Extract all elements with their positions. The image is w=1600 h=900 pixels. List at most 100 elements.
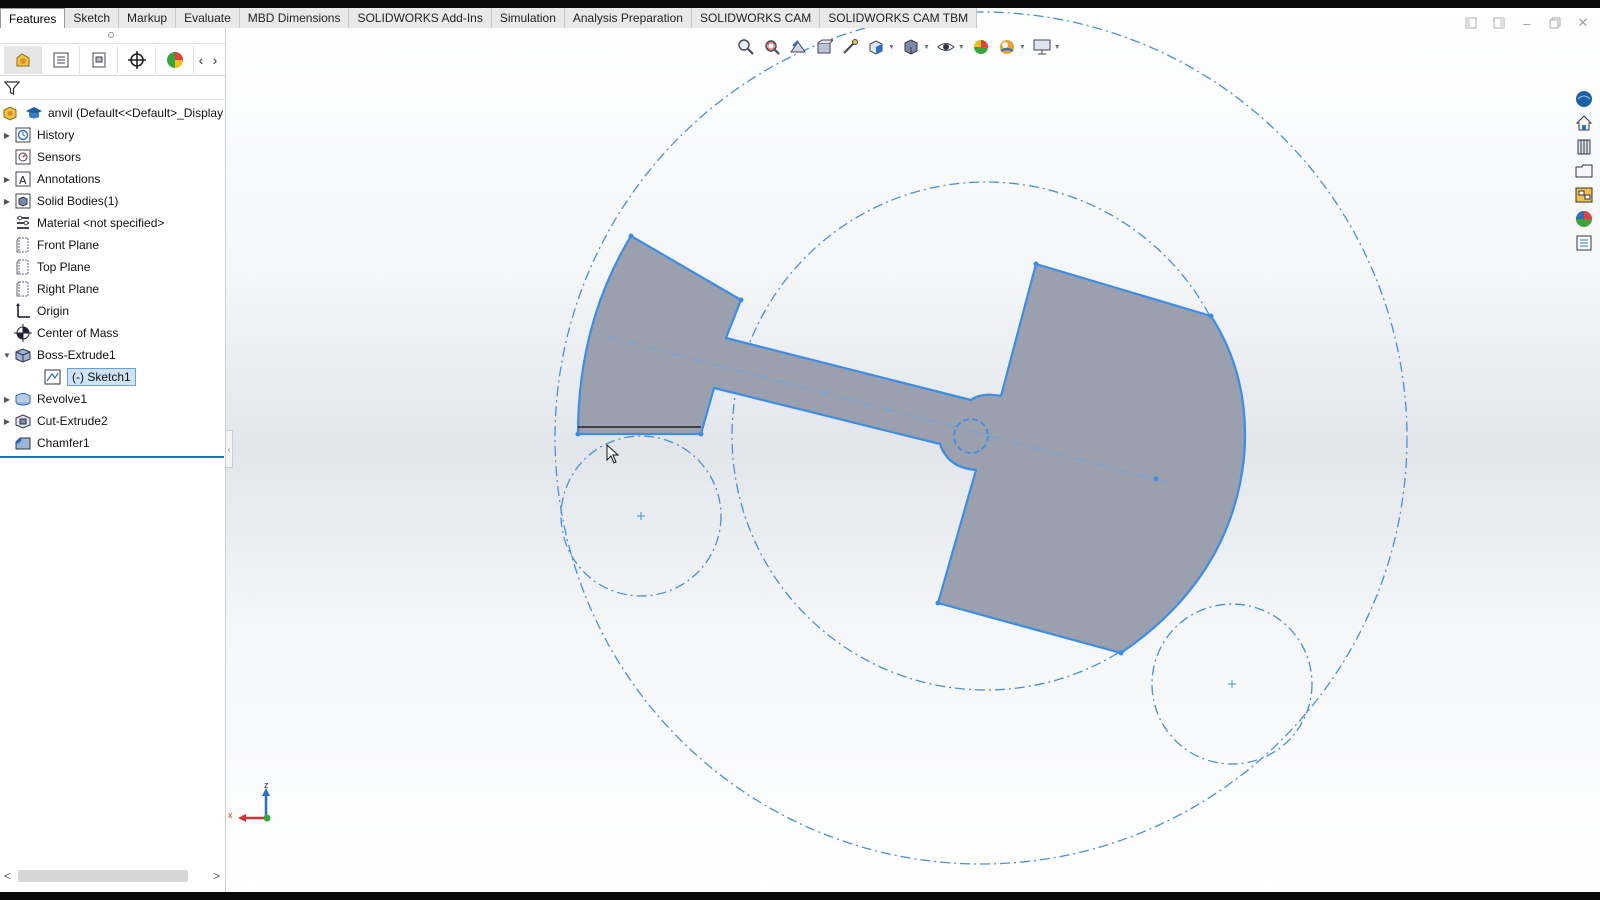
minimize-icon[interactable]: – xyxy=(1520,16,1534,31)
hide-show-items-icon[interactable] xyxy=(936,37,956,57)
tree-item-top-plane[interactable]: Top Plane xyxy=(0,256,225,278)
tab-simulation[interactable]: Simulation xyxy=(491,8,565,28)
view-orientation-icon[interactable] xyxy=(866,37,886,57)
sketch-point[interactable] xyxy=(1208,313,1214,319)
solidworks-window: Features Sketch Markup Evaluate MBD Dimensio… xyxy=(0,8,1600,892)
sketch-point[interactable] xyxy=(698,431,704,437)
triad-x-label: x xyxy=(228,810,233,820)
collapse-arrow-icon[interactable]: ▼ xyxy=(0,344,14,366)
dropdown-arrow-icon[interactable]: ▼ xyxy=(923,44,930,51)
previous-view-icon[interactable] xyxy=(788,37,808,57)
graphics-viewport[interactable]: ▼ ▼ ▼ ▼ ▼ – ✕ z x xyxy=(226,8,1600,892)
annotations-icon: A xyxy=(14,170,32,188)
sketch-point[interactable] xyxy=(1153,476,1159,482)
scroll-left-icon[interactable]: < xyxy=(4,869,11,883)
tab-scroll-right-icon[interactable]: › xyxy=(208,52,222,68)
tree-item-history[interactable]: ▶ History xyxy=(0,124,225,146)
expand-arrow-icon[interactable]: ▶ xyxy=(0,168,14,190)
tree-horizontal-scrollbar[interactable]: < > xyxy=(2,868,222,884)
solidworks-resources-icon[interactable] xyxy=(1572,88,1596,110)
tree-item-front-plane[interactable]: Front Plane xyxy=(0,234,225,256)
tree-item-revolve1[interactable]: ▶ Revolve1 xyxy=(0,388,225,410)
zoom-to-fit-icon[interactable] xyxy=(736,37,756,57)
center-of-mass-icon xyxy=(14,324,32,342)
apply-scene-icon[interactable] xyxy=(997,37,1017,57)
tab-sketch[interactable]: Sketch xyxy=(65,8,120,28)
tree-item-annotations[interactable]: ▶ A Annotations xyxy=(0,168,225,190)
expand-arrow-icon[interactable]: ▶ xyxy=(0,388,14,410)
expand-arrow-icon[interactable]: ▶ xyxy=(0,190,14,212)
home-icon[interactable] xyxy=(1572,112,1596,134)
view-palette-icon[interactable] xyxy=(1572,184,1596,206)
tree-root-part[interactable]: anvil (Default<<Default>_Display xyxy=(0,102,225,124)
dropdown-arrow-icon[interactable]: ▼ xyxy=(958,44,965,51)
sketch-point[interactable] xyxy=(935,600,941,606)
file-explorer-icon[interactable] xyxy=(1572,160,1596,182)
tree-item-boss-extrude1[interactable]: ▼ Boss-Extrude1 xyxy=(0,344,225,366)
tree-item-right-plane[interactable]: Right Plane xyxy=(0,278,225,300)
sketch-point[interactable] xyxy=(1033,261,1039,267)
tab-features[interactable]: Features xyxy=(0,8,66,28)
close-icon[interactable]: ✕ xyxy=(1576,15,1590,30)
tab-solidworks-cam-tbm[interactable]: SOLIDWORKS CAM TBM xyxy=(820,8,978,28)
tree-item-chamfer1[interactable]: Chamfer1 xyxy=(0,432,225,454)
tile-left-icon[interactable] xyxy=(1464,16,1478,30)
tab-markup[interactable]: Markup xyxy=(119,8,177,28)
tree-filter[interactable] xyxy=(0,76,225,100)
sketch-point[interactable] xyxy=(628,233,634,239)
material-icon xyxy=(14,214,32,232)
design-library-icon[interactable] xyxy=(1572,136,1596,158)
configurationmanager-tab[interactable] xyxy=(80,45,118,74)
tree-item-material-not-specified[interactable]: Material <not specified> xyxy=(0,212,225,234)
section-view-icon[interactable] xyxy=(814,37,834,57)
appearance-pie-icon xyxy=(166,51,183,68)
tree-item-label: History xyxy=(37,128,75,142)
dropdown-arrow-icon[interactable]: ▼ xyxy=(1019,44,1026,51)
tile-right-icon[interactable] xyxy=(1492,16,1506,30)
appearances-icon[interactable] xyxy=(1572,208,1596,230)
sketch-point[interactable] xyxy=(575,431,581,437)
propertymanager-tab[interactable] xyxy=(42,45,80,74)
tab-evaluate[interactable]: Evaluate xyxy=(176,8,240,28)
tree-item-label: Cut-Extrude2 xyxy=(37,414,108,428)
panel-grip[interactable] xyxy=(0,28,225,44)
tab-solidworks-cam[interactable]: SOLIDWORKS CAM xyxy=(691,8,821,28)
tab-mbd-dimensions[interactable]: MBD Dimensions xyxy=(239,8,350,28)
restore-icon[interactable] xyxy=(1548,16,1562,30)
dropdown-arrow-icon[interactable]: ▼ xyxy=(888,44,895,51)
tree-item-solid-bodies-1[interactable]: ▶ Solid Bodies(1) xyxy=(0,190,225,212)
tree-item-center-of-mass[interactable]: Center of Mass xyxy=(0,322,225,344)
bottom-screen-border xyxy=(0,892,1600,900)
expand-arrow-icon[interactable]: ▶ xyxy=(0,124,14,146)
tab-analysis-preparation[interactable]: Analysis Preparation xyxy=(564,8,692,28)
scroll-right-icon[interactable]: > xyxy=(213,869,220,883)
sketch-point[interactable] xyxy=(738,297,744,303)
feature-tree-icon xyxy=(16,52,29,66)
tree-item-sensors[interactable]: Sensors xyxy=(0,146,225,168)
expand-arrow-icon[interactable]: ▶ xyxy=(0,410,14,432)
dropdown-arrow-icon[interactable]: ▼ xyxy=(1054,44,1061,51)
tree-rollback-bar[interactable] xyxy=(0,456,224,458)
tree-item-label: Chamfer1 xyxy=(37,436,90,450)
task-pane xyxy=(1572,88,1598,254)
displaymanager-tab[interactable] xyxy=(156,45,194,74)
zoom-to-area-icon[interactable] xyxy=(762,37,782,57)
dimxpertmanager-tab[interactable] xyxy=(118,45,156,74)
dynamic-annotation-icon[interactable] xyxy=(840,37,860,57)
tree-item-origin[interactable]: Origin xyxy=(0,300,225,322)
sketch-point[interactable] xyxy=(1118,650,1124,656)
panel-collapse-handle[interactable]: ‹ xyxy=(225,430,233,468)
scrollbar-thumb[interactable] xyxy=(18,870,188,882)
display-style-icon[interactable] xyxy=(901,37,921,57)
edit-appearance-icon[interactable] xyxy=(971,37,991,57)
view-settings-icon[interactable] xyxy=(1032,37,1052,57)
tab-scroll-left-icon[interactable]: ‹ xyxy=(194,52,208,68)
tree-item-cut-extrude2[interactable]: ▶ Cut-Extrude2 xyxy=(0,410,225,432)
featuremanager-tab[interactable] xyxy=(4,45,42,74)
custom-properties-icon[interactable] xyxy=(1572,232,1596,254)
tab-solidworks-add-ins[interactable]: SOLIDWORKS Add-Ins xyxy=(349,8,492,28)
tree-item-sketch1[interactable]: (-) Sketch1 xyxy=(0,366,225,388)
